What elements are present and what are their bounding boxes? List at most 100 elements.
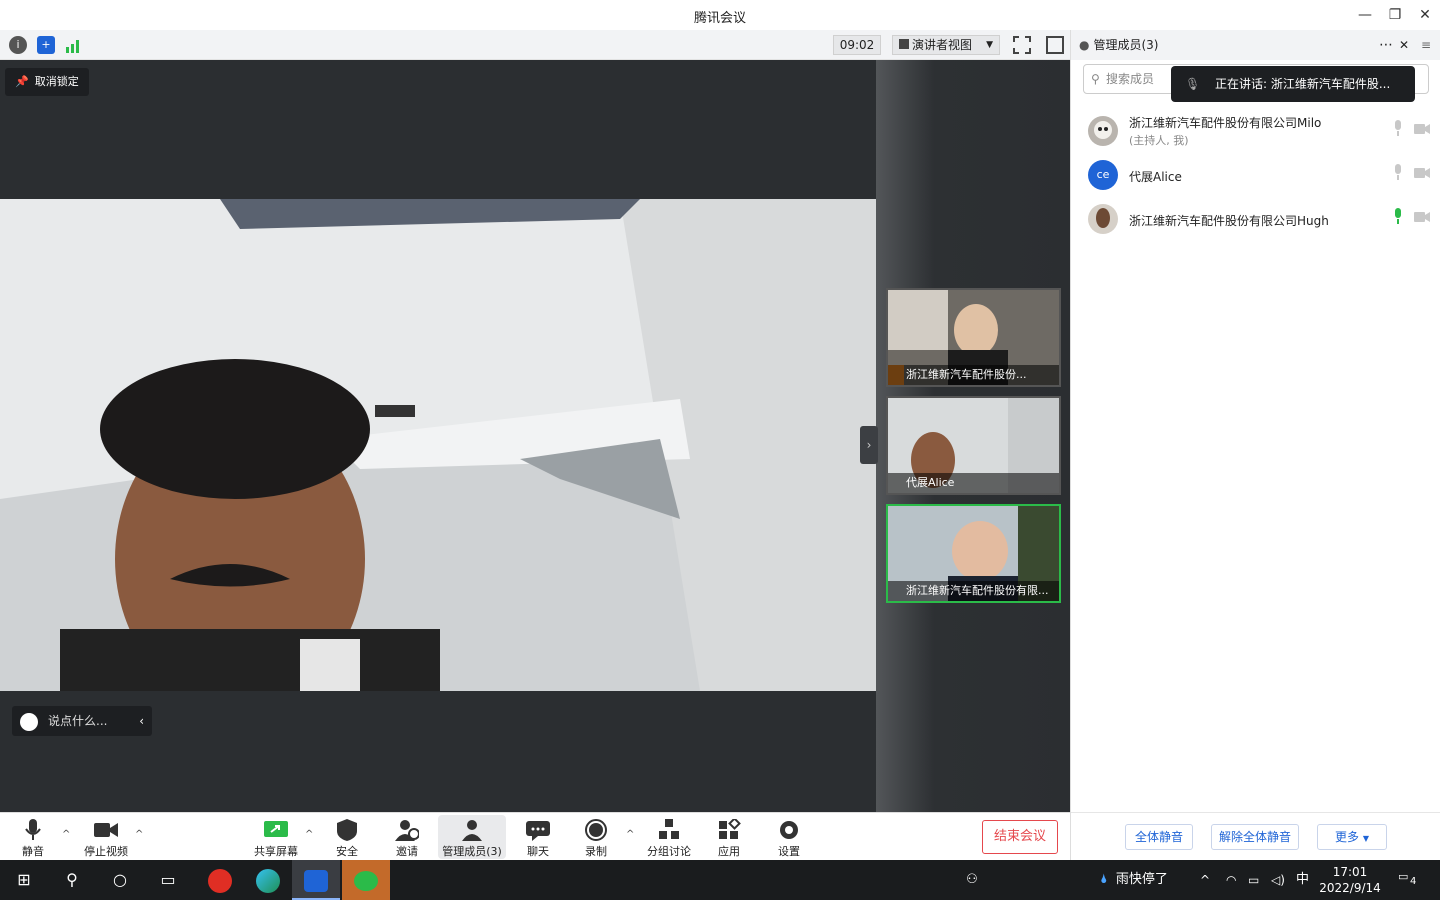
member-row[interactable]: ce 代展Alice xyxy=(1071,154,1440,198)
mic-icon: 🎙 xyxy=(1185,77,1201,91)
apps-button[interactable]: 应用 xyxy=(713,815,745,859)
cortana-icon[interactable]: ○ xyxy=(96,860,144,900)
chevron-up-icon[interactable]: ^ xyxy=(305,829,313,840)
record-label: 录制 xyxy=(585,845,607,858)
member-row[interactable]: 浙江维新汽车配件股份有限公司Hugh xyxy=(1071,198,1440,242)
chevron-left-icon[interactable]: ‹ xyxy=(139,706,144,736)
shield-icon[interactable]: + xyxy=(37,36,55,54)
emoji-icon[interactable] xyxy=(20,712,38,731)
pin-icon: 📌 xyxy=(15,75,29,88)
netease-music-icon[interactable] xyxy=(196,860,244,900)
battery-icon[interactable]: ▭ xyxy=(1248,860,1259,900)
people-icon[interactable]: ⚇ xyxy=(948,860,996,900)
members-label: 管理成员(3) xyxy=(442,845,502,858)
notification-center-icon[interactable]: ▭ 4 xyxy=(1398,870,1422,890)
search-placeholder: 搜索成员 xyxy=(1106,72,1155,86)
unmute-all-button[interactable]: 解除全体静音 xyxy=(1211,824,1299,850)
thumbnail-tile-active[interactable]: 浙江维新汽车配件股份有限... xyxy=(886,504,1061,603)
info-icon[interactable]: i xyxy=(9,36,27,54)
share-label: 共享屏幕 xyxy=(254,845,298,858)
security-button[interactable]: 安全 xyxy=(330,815,364,859)
mic-muted-icon[interactable] xyxy=(1393,164,1403,180)
meeting-timer: 09:02 xyxy=(833,35,881,55)
more-options-icon[interactable]: ⋯ xyxy=(1379,30,1393,60)
close-button[interactable]: ✕ xyxy=(1413,4,1437,26)
invite-button[interactable]: 邀请 xyxy=(390,815,424,859)
volume-icon[interactable]: ◁) xyxy=(1271,860,1285,900)
collapse-handle[interactable]: › xyxy=(860,426,878,464)
thumbnail-column: › 浙江维新汽车配件股份... 代展Alice 浙江维新汽车配件股份有限... xyxy=(860,60,1070,812)
panel-title: 管理成员(3) xyxy=(1093,38,1159,52)
menu-icon[interactable]: ≡ xyxy=(1421,30,1431,60)
record-icon xyxy=(585,819,607,841)
camera-icon[interactable] xyxy=(1414,124,1430,134)
view-selector[interactable]: 演讲者视图 ▼ xyxy=(892,35,1000,55)
mute-all-button[interactable]: 全体静音 xyxy=(1125,824,1193,850)
chat-label: 聊天 xyxy=(527,845,549,858)
unlock-pin-button[interactable]: 📌 取消锁定 xyxy=(5,68,89,96)
thumbnail-tile[interactable]: 代展Alice xyxy=(886,396,1061,495)
camera-icon[interactable] xyxy=(1414,168,1430,178)
clock[interactable]: 17:01 2022/9/14 xyxy=(1318,864,1382,896)
thumbnail-label: 浙江维新汽车配件股份... xyxy=(888,365,1059,385)
mute-label: 静音 xyxy=(22,845,44,858)
chevron-up-icon[interactable]: ^ xyxy=(135,829,143,840)
user-icon: ● xyxy=(1079,38,1090,52)
weather-icon: 🌢 xyxy=(1100,872,1108,887)
wechat-taskbar-icon[interactable] xyxy=(342,860,390,900)
search-icon[interactable]: ⚲ xyxy=(48,860,96,900)
tencent-meeting-taskbar-icon[interactable] xyxy=(292,860,340,900)
speaking-indicator: 🎙 正在讲话: 浙江维新汽车配件股... xyxy=(1171,66,1415,102)
windows-start-icon[interactable]: ⊞ xyxy=(0,860,48,900)
invite-label: 邀请 xyxy=(396,845,418,858)
search-icon: ⚲ xyxy=(1091,72,1100,86)
speaking-text: 正在讲话: 浙江维新汽车配件股... xyxy=(1215,77,1391,91)
member-row[interactable]: 浙江维新汽车配件股份有限公司Milo (主持人, 我) xyxy=(1071,110,1440,154)
camera-icon[interactable] xyxy=(1414,212,1430,222)
chat-quick-input[interactable]: 说点什么... ‹ xyxy=(12,706,152,736)
chevron-up-icon[interactable]: ^ xyxy=(626,829,634,840)
task-view-icon[interactable]: ▭ xyxy=(144,860,192,900)
add-user-icon xyxy=(395,820,419,841)
share-screen-icon xyxy=(264,821,288,837)
end-meeting-button[interactable]: 结束会议 xyxy=(982,820,1058,854)
mute-button[interactable]: 静音 xyxy=(14,815,52,859)
meeting-top-toolbar: i + 09:02 演讲者视图 ▼ xyxy=(0,30,1070,60)
toggle-panel-icon[interactable] xyxy=(1046,36,1064,54)
stop-video-button[interactable]: 停止视频 xyxy=(80,815,132,859)
panel-footer: 全体静音 解除全体静音 更多 ▼ xyxy=(1071,812,1440,860)
mic-active-icon[interactable] xyxy=(1393,208,1403,224)
chevron-up-icon[interactable]: ^ xyxy=(62,829,70,840)
signal-icon[interactable] xyxy=(66,38,82,53)
chat-icon xyxy=(526,821,550,841)
settings-button[interactable]: 设置 xyxy=(773,815,805,859)
breakout-label: 分组讨论 xyxy=(647,845,691,858)
thumbnail-tile[interactable]: 浙江维新汽车配件股份... xyxy=(886,288,1061,387)
chat-placeholder: 说点什么... xyxy=(48,714,108,728)
close-panel-icon[interactable]: ✕ xyxy=(1399,30,1409,60)
video-camera-icon xyxy=(94,823,118,837)
edge-browser-icon[interactable] xyxy=(244,860,292,900)
breakout-button[interactable]: 分组讨论 xyxy=(644,815,694,859)
panel-header: ● 管理成员(3) ⋯ ✕ ≡ xyxy=(1071,30,1440,60)
mic-muted-icon[interactable] xyxy=(1393,120,1403,136)
restore-button[interactable]: ❐ xyxy=(1383,4,1407,26)
thumbnail-label: 代展Alice xyxy=(888,473,1059,493)
avatar xyxy=(1088,204,1118,234)
settings-label: 设置 xyxy=(778,845,800,858)
fullscreen-icon[interactable] xyxy=(1013,36,1031,54)
microphone-icon xyxy=(25,819,41,840)
minimize-button[interactable]: — xyxy=(1353,4,1377,26)
more-button[interactable]: 更多 ▼ xyxy=(1317,824,1387,850)
stop-video-label: 停止视频 xyxy=(84,845,128,858)
weather-widget[interactable]: 🌢 雨快停了 xyxy=(1100,860,1168,900)
record-button[interactable]: 录制 xyxy=(580,815,612,859)
share-screen-button[interactable]: 共享屏幕 xyxy=(250,815,302,859)
ime-indicator[interactable]: 中 xyxy=(1296,860,1309,900)
network-icon[interactable]: ◠ xyxy=(1226,860,1236,900)
manage-members-button[interactable]: 管理成员(3) xyxy=(438,815,506,859)
view-label: 演讲者视图 xyxy=(912,38,973,52)
main-video xyxy=(0,199,876,691)
chat-button[interactable]: 聊天 xyxy=(522,815,554,859)
tray-chevron-up-icon[interactable]: ^ xyxy=(1200,860,1210,900)
